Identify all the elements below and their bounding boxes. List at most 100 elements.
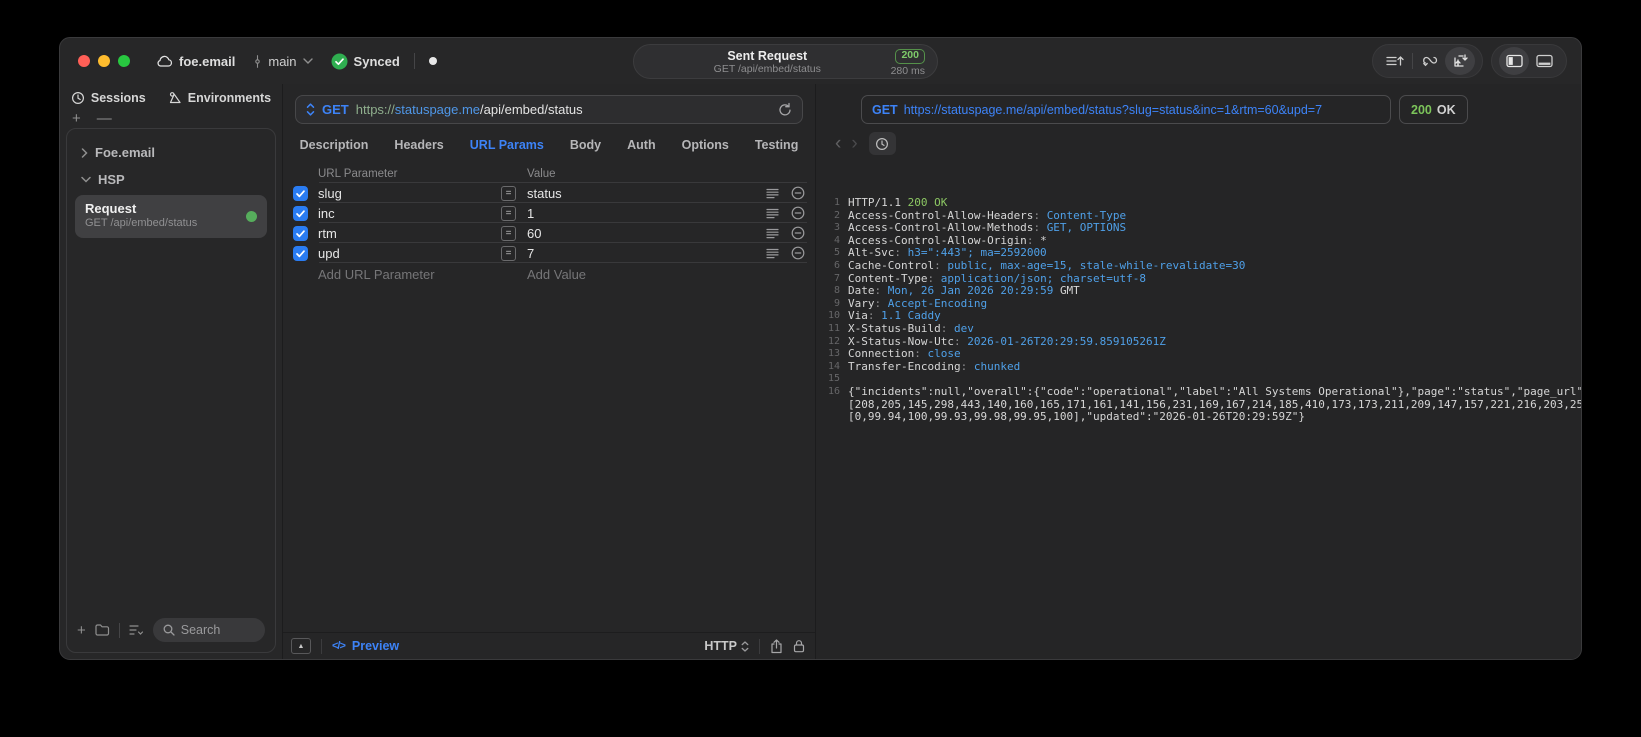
param-value-field[interactable]: 60 [527, 226, 755, 241]
tab-options[interactable]: Options [682, 138, 729, 152]
previous-response-button[interactable]: ‹ [830, 134, 846, 153]
box-arrows-icon [1452, 53, 1469, 69]
param-checkbox-checked[interactable] [293, 185, 308, 201]
toggle-bottom-panel-button[interactable] [1529, 47, 1559, 75]
remove-row-icon[interactable] [789, 226, 807, 240]
add-param-value-placeholder[interactable]: Add Value [527, 267, 755, 282]
add-param-name-placeholder[interactable]: Add URL Parameter [318, 267, 494, 282]
activity-subtitle: GET /api/embed/status [713, 63, 821, 76]
new-folder-button[interactable] [95, 624, 110, 636]
remove-request-button[interactable]: — [97, 111, 112, 126]
code-segment: : [934, 258, 948, 272]
tab-url-params[interactable]: URL Params [470, 138, 544, 152]
lock-icon[interactable] [793, 639, 805, 653]
response-body[interactable]: 1 HTTP/1.1 200 OK 2 Access-Control-Allow-He… [816, 188, 1581, 659]
tab-auth[interactable]: Auth [627, 138, 655, 152]
tools-group [1372, 44, 1483, 78]
line-content: {"incidents":null,"overall":{"code":"ope… [848, 385, 1581, 424]
param-table-header: URL Parameter Value [293, 165, 807, 183]
url-input[interactable]: https://statuspage.me/api/embed/status [356, 102, 771, 117]
equals-icon: = [501, 245, 516, 261]
line-number: 11 [827, 322, 840, 334]
param-name-field[interactable]: upd [318, 246, 494, 261]
param-value-field[interactable]: 7 [527, 246, 755, 261]
row-menu-icon[interactable] [762, 208, 782, 219]
footer-divider [321, 638, 322, 654]
tree-folder-hsp[interactable]: HSP [73, 166, 269, 193]
code-segment: application/json; charset=utf-8 [940, 271, 1147, 285]
collapse-panel-button[interactable]: ▲ [291, 638, 311, 654]
row-menu-icon[interactable] [762, 228, 782, 239]
request-url-bar[interactable]: GET https://statuspage.me/api/embed/stat… [295, 95, 803, 124]
add-request-button[interactable]: + [72, 111, 81, 126]
remove-row-icon[interactable] [789, 186, 807, 200]
share-request-button[interactable] [770, 638, 783, 654]
tab-description[interactable]: Description [300, 138, 369, 152]
param-checkbox-checked[interactable] [293, 205, 308, 221]
sidebar-item-request-selected[interactable]: Request GET /api/embed/status [75, 195, 267, 238]
import-export-button[interactable] [1445, 47, 1475, 75]
param-checkbox-checked[interactable] [293, 225, 308, 241]
preview-button[interactable]: </> Preview [332, 639, 399, 653]
status-code-badge: 200 [895, 49, 925, 64]
request-list: Foe.email HSP Request GET /api/embed/sta… [66, 128, 276, 653]
response-status-text: OK [1436, 102, 1456, 117]
import-list-button[interactable] [1380, 47, 1410, 75]
param-name-field[interactable]: rtm [318, 226, 494, 241]
protocol-selector[interactable]: HTTP [704, 639, 749, 653]
line-number: 4 [833, 234, 840, 246]
param-name-field[interactable]: slug [318, 186, 494, 201]
code-segment: Access-Control-Allow-Headers [848, 208, 1034, 222]
line-number: 1 [833, 197, 840, 208]
toggle-sidebar-button[interactable] [1499, 47, 1529, 75]
tab-environments-label: Environments [187, 91, 272, 105]
remove-row-icon[interactable] [789, 206, 807, 220]
add-param-row[interactable]: Add URL Parameter Add Value [293, 263, 807, 285]
param-value-field[interactable]: 1 [527, 206, 755, 221]
sent-request-line[interactable]: GET https://statuspage.me/api/embed/stat… [861, 95, 1391, 124]
send-refresh-icon[interactable] [778, 102, 792, 117]
request-footer: ▲ </> Preview HTTP [283, 632, 815, 659]
next-response-button[interactable]: › [846, 134, 862, 153]
activity-pill[interactable]: Sent Request GET /api/embed/status 200 2… [633, 44, 938, 79]
line-number: 3 [833, 222, 840, 234]
response-history-button[interactable] [868, 132, 896, 155]
tab-sessions[interactable]: Sessions [71, 91, 146, 105]
clock-icon [875, 137, 889, 151]
code-segment: : [1033, 208, 1047, 222]
code-segment: h3=":443"; ma=2592000 [907, 246, 1047, 260]
tree-folder-foe-email[interactable]: Foe.email [73, 139, 269, 166]
minimize-window-button[interactable] [98, 55, 110, 67]
code-segment: : [1026, 233, 1041, 247]
sync-label: Synced [353, 53, 400, 69]
search-input[interactable]: Search [152, 618, 265, 642]
row-menu-icon[interactable] [762, 248, 782, 259]
param-checkbox-checked[interactable] [293, 245, 308, 261]
tab-headers[interactable]: Headers [394, 138, 443, 152]
sync-loop-button[interactable] [1415, 47, 1445, 75]
method-selector[interactable]: GET [322, 102, 349, 117]
history-clock-icon [71, 91, 85, 105]
row-menu-icon[interactable] [762, 188, 782, 199]
request-item-subtitle: GET /api/embed/status [85, 217, 198, 230]
close-window-button[interactable] [78, 55, 90, 67]
workspace-selector[interactable]: foe.email [156, 54, 235, 69]
branch-selector[interactable]: main [253, 54, 313, 69]
main-area: Sessions Environments + — Foe.email HSP … [60, 84, 1581, 659]
sort-list-button[interactable] [129, 624, 144, 636]
tab-body[interactable]: Body [570, 138, 601, 152]
new-request-button[interactable]: + [77, 622, 86, 639]
remove-row-icon[interactable] [789, 246, 807, 260]
tab-environments[interactable]: Environments [168, 91, 271, 105]
equals-icon: = [501, 205, 516, 221]
sync-status[interactable]: Synced [331, 53, 400, 70]
activity-title: Sent Request [727, 48, 808, 63]
param-value-field[interactable]: status [527, 186, 755, 201]
tab-info[interactable]: Info [1581, 137, 1582, 151]
zoom-window-button[interactable] [118, 55, 130, 67]
desktop-background: foe.email main Synced Sent Request GET /… [0, 0, 1641, 737]
code-segment: HTTP/1.1 [848, 196, 908, 209]
param-name-field[interactable]: inc [318, 206, 494, 221]
response-panel: GET https://statuspage.me/api/embed/stat… [816, 84, 1582, 659]
tab-testing[interactable]: Testing [755, 138, 799, 152]
